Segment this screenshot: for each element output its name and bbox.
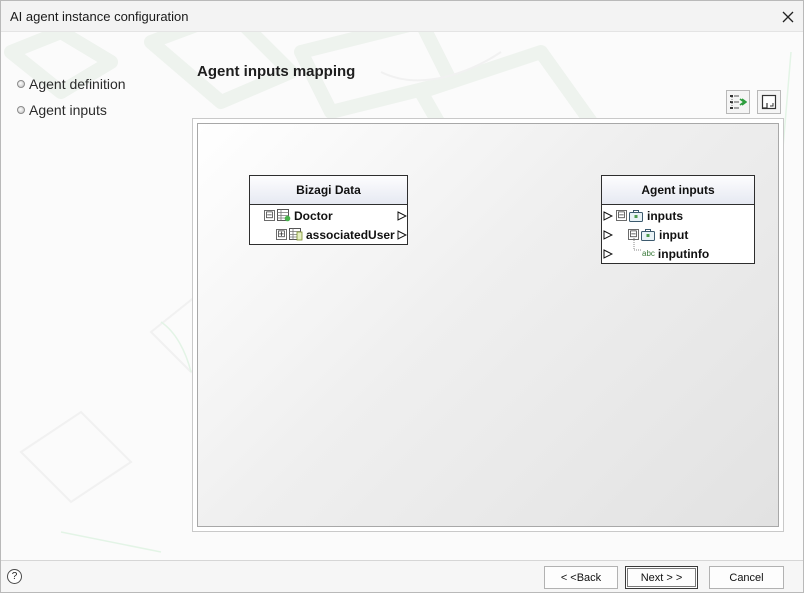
entity-icon	[277, 209, 291, 222]
output-port-arrow-icon[interactable]	[397, 230, 407, 240]
step-bullet-icon	[17, 80, 25, 88]
cancel-button[interactable]: Cancel	[709, 566, 784, 589]
mapping-canvas-frame: Bizagi Data ⊟ Doctor ⊞ associatedUser Ag…	[192, 118, 784, 532]
fit-view-button[interactable]	[757, 90, 781, 114]
mapping-canvas[interactable]: Bizagi Data ⊟ Doctor ⊞ associatedUser Ag…	[197, 123, 779, 527]
briefcase-icon	[641, 229, 655, 241]
node-title: Agent inputs	[602, 176, 754, 205]
tree-row-inputs[interactable]: ⊟ inputs	[616, 206, 683, 225]
node-title: Bizagi Data	[250, 176, 407, 205]
close-button[interactable]	[773, 1, 803, 32]
section-title: Agent inputs mapping	[197, 63, 356, 80]
tree-row-label: Doctor	[294, 208, 333, 223]
wizard-steps-nav: Agent definition Agent inputs	[15, 71, 126, 123]
nav-item-label: Agent definition	[29, 76, 126, 92]
collapse-toggle[interactable]: ⊟	[616, 210, 627, 221]
window-title: AI agent instance configuration	[10, 9, 189, 24]
tree-row-associateduser[interactable]: ⊞ associatedUser	[276, 225, 395, 244]
agent-inputs-node[interactable]: Agent inputs ⊟ inputs ⊟ input abc inputi…	[601, 175, 755, 264]
tree-row-inputinfo[interactable]: abc inputinfo	[642, 244, 709, 263]
entity-icon	[289, 228, 303, 241]
footer-bar: ? < <Back Next > > Cancel	[1, 560, 803, 592]
output-port-arrow-icon[interactable]	[397, 211, 407, 221]
tree-row-label: inputs	[647, 208, 683, 223]
bizagi-data-node[interactable]: Bizagi Data ⊟ Doctor ⊞ associatedUser	[249, 175, 408, 245]
nav-item-agent-definition[interactable]: Agent definition	[15, 71, 126, 97]
nav-item-label: Agent inputs	[29, 102, 107, 118]
tree-row-doctor[interactable]: ⊟ Doctor	[264, 206, 333, 225]
auto-map-icon	[730, 95, 747, 109]
tree-row-label: input	[659, 227, 689, 242]
expand-toggle[interactable]: ⊞	[276, 229, 287, 240]
collapse-toggle[interactable]: ⊟	[264, 210, 275, 221]
nav-item-agent-inputs[interactable]: Agent inputs	[15, 97, 126, 123]
input-port-arrow-icon[interactable]	[603, 249, 613, 259]
help-icon[interactable]: ?	[7, 569, 22, 584]
auto-map-button[interactable]	[726, 90, 750, 114]
dialog-window: AI agent instance configuration Agent de…	[0, 0, 804, 593]
step-bullet-icon	[17, 106, 25, 114]
close-icon	[782, 11, 794, 22]
next-button[interactable]: Next > >	[625, 566, 698, 589]
text-attribute-icon: abc	[642, 249, 655, 258]
tree-row-label: associatedUser	[306, 227, 395, 242]
fit-view-icon	[761, 94, 777, 110]
title-bar: AI agent instance configuration	[1, 1, 803, 32]
input-port-arrow-icon[interactable]	[603, 230, 613, 240]
tree-row-label: inputinfo	[657, 246, 710, 261]
briefcase-icon	[629, 210, 643, 222]
back-button[interactable]: < <Back	[544, 566, 618, 589]
input-port-arrow-icon[interactable]	[603, 211, 613, 221]
